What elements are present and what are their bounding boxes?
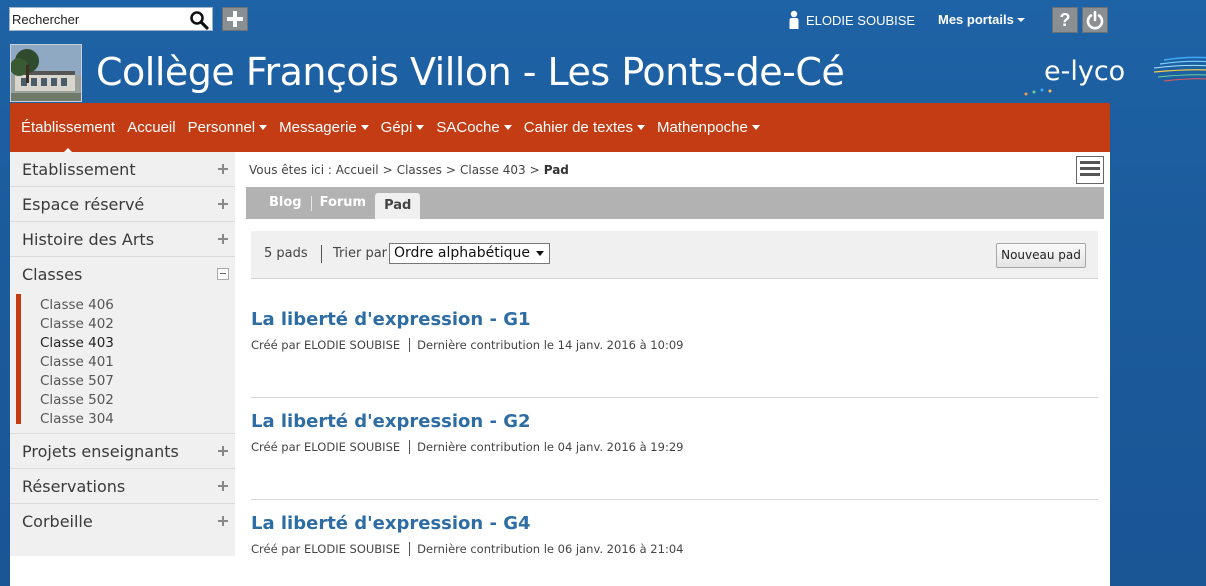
- sidebar-subitem-classe[interactable]: Classe 304: [40, 410, 235, 429]
- power-icon: [1086, 10, 1104, 30]
- tab-pad[interactable]: Pad: [375, 193, 421, 219]
- search-box: [9, 7, 213, 31]
- nav-accueil[interactable]: Accueil: [127, 119, 175, 136]
- sidebar-item-etablissement[interactable]: Etablissement: [10, 152, 235, 187]
- nav-sacoche[interactable]: SACoche: [436, 119, 512, 136]
- main-navigation: Établissement Accueil Personnel Messager…: [10, 103, 1110, 155]
- sidebar-subitem-classe[interactable]: Classe 402: [40, 315, 235, 334]
- pad-meta: Créé par ELODIE SOUBISE Dernière contribu…: [251, 542, 683, 556]
- pad-author: Créé par ELODIE SOUBISE: [251, 440, 401, 454]
- pad-title-link[interactable]: La liberté d'expression - G2: [251, 411, 531, 432]
- top-bar: ELODIE SOUBISE Mes portails ?: [0, 0, 1206, 40]
- search-icon[interactable]: [189, 10, 209, 30]
- list-item: La liberté d'expression - G4 Créé par EL…: [251, 500, 1098, 586]
- sidebar-item-classes[interactable]: Classes: [10, 257, 235, 292]
- pad-last-contribution: Dernière contribution le 04 janv. 2016 à…: [417, 440, 684, 454]
- sort-label: Trier par: [333, 246, 388, 261]
- chevron-down-icon: [536, 251, 544, 256]
- tab-blog[interactable]: Blog: [260, 191, 311, 215]
- tab-forum[interactable]: Forum: [310, 191, 376, 215]
- expand-icon[interactable]: [217, 480, 229, 492]
- breadcrumb-link[interactable]: Classe 403: [460, 163, 526, 177]
- elyco-logo-text: e-lyco: [1044, 56, 1126, 87]
- chevron-down-icon: [259, 125, 268, 130]
- sidebar-item-histoire-des-arts[interactable]: Histoire des Arts: [10, 222, 235, 257]
- pad-list: La liberté d'expression - G1 Créé par EL…: [251, 296, 1098, 586]
- pad-title-link[interactable]: La liberté d'expression - G1: [251, 309, 531, 330]
- nav-mathenpoche[interactable]: Mathenpoche: [657, 119, 760, 136]
- content-panel: Etablissement Espace réservé Histoire de…: [10, 152, 1110, 586]
- add-button[interactable]: [222, 7, 248, 31]
- breadcrumb: Vous êtes ici : Accueil > Classes > Classe 4…: [249, 163, 569, 177]
- new-pad-button[interactable]: Nouveau pad: [996, 243, 1086, 268]
- pad-last-contribution: Dernière contribution le 06 janv. 2016 à…: [417, 542, 684, 556]
- sidebar-subitem-classe-current[interactable]: Classe 403: [40, 334, 235, 353]
- nav-etablissement[interactable]: Établissement: [21, 119, 115, 155]
- sidebar-subitem-classe[interactable]: Classe 507: [40, 372, 235, 391]
- sidebar-item-reservations[interactable]: Réservations: [10, 469, 235, 504]
- pad-meta: Créé par ELODIE SOUBISE Dernière contribu…: [251, 440, 683, 454]
- sort-select[interactable]: Ordre alphabétique: [389, 243, 550, 264]
- user-icon: [789, 10, 799, 29]
- pad-count: 5 pads: [264, 246, 308, 261]
- school-title: Collège François Villon - Les Ponts-de-C…: [96, 50, 845, 94]
- plus-icon: [227, 11, 243, 27]
- school-banner: Collège François Villon - Les Ponts-de-C…: [10, 44, 1206, 103]
- chevron-down-icon: [636, 125, 645, 130]
- expand-icon[interactable]: [217, 233, 229, 245]
- logout-button[interactable]: [1082, 7, 1108, 33]
- sidebar: Etablissement Espace réservé Histoire de…: [10, 152, 235, 556]
- breadcrumb-current: Pad: [543, 163, 569, 177]
- sidebar-item-espace-reserve[interactable]: Espace réservé: [10, 187, 235, 222]
- list-item: La liberté d'expression - G1 Créé par EL…: [251, 296, 1098, 398]
- sidebar-item-projets-enseignants[interactable]: Projets enseignants: [10, 434, 235, 469]
- tab-bar: Blog Forum Pad: [246, 187, 1104, 219]
- list-item: La liberté d'expression - G2 Créé par EL…: [251, 398, 1098, 500]
- chevron-down-icon: [751, 125, 760, 130]
- expand-icon[interactable]: [217, 445, 229, 457]
- nav-gepi[interactable]: Gépi: [381, 119, 425, 136]
- user-menu[interactable]: ELODIE SOUBISE: [788, 9, 915, 31]
- pad-author: Créé par ELODIE SOUBISE: [251, 542, 401, 556]
- collapse-icon[interactable]: [217, 268, 229, 280]
- sidebar-item-corbeille[interactable]: Corbeille: [10, 504, 235, 539]
- breadcrumb-link[interactable]: Accueil: [336, 163, 379, 177]
- pad-title-link[interactable]: La liberté d'expression - G4: [251, 513, 531, 534]
- pad-last-contribution: Dernière contribution le 14 janv. 2016 à…: [417, 338, 684, 352]
- portals-menu[interactable]: Mes portails: [938, 12, 1025, 27]
- nav-cahier-de-textes[interactable]: Cahier de textes: [524, 119, 645, 136]
- divider: [321, 245, 322, 263]
- sidebar-subitem-classe[interactable]: Classe 401: [40, 353, 235, 372]
- breadcrumb-link[interactable]: Classes: [397, 163, 442, 177]
- chevron-down-icon: [416, 125, 425, 130]
- expand-icon[interactable]: [217, 515, 229, 527]
- chevron-down-icon: [360, 125, 369, 130]
- hamburger-menu-icon[interactable]: [1076, 156, 1104, 184]
- expand-icon[interactable]: [217, 163, 229, 175]
- chevron-down-icon: [503, 125, 512, 130]
- classes-sublist: Classe 406 Classe 402 Classe 403 Classe …: [10, 292, 235, 434]
- search-input[interactable]: [12, 10, 190, 28]
- sidebar-subitem-classe[interactable]: Classe 502: [40, 391, 235, 410]
- pad-author: Créé par ELODIE SOUBISE: [251, 338, 401, 352]
- elyco-logo[interactable]: e-lyco: [1014, 50, 1206, 100]
- pad-meta: Créé par ELODIE SOUBISE Dernière contribu…: [251, 338, 683, 352]
- chevron-down-icon: [1016, 18, 1025, 22]
- help-button[interactable]: ?: [1052, 7, 1078, 33]
- user-name: ELODIE SOUBISE: [806, 12, 916, 28]
- nav-messagerie[interactable]: Messagerie: [279, 119, 369, 136]
- school-photo: [10, 44, 82, 102]
- expand-icon[interactable]: [217, 198, 229, 210]
- sidebar-subitem-classe[interactable]: Classe 406: [40, 296, 235, 315]
- sort-select-value: Ordre alphabétique: [394, 245, 530, 261]
- nav-personnel[interactable]: Personnel: [188, 119, 268, 136]
- breadcrumb-prefix: Vous êtes ici :: [249, 163, 332, 177]
- portals-label: Mes portails: [938, 12, 1014, 27]
- pad-toolbar: 5 pads Trier par Ordre alphabétique Nouv…: [251, 231, 1098, 279]
